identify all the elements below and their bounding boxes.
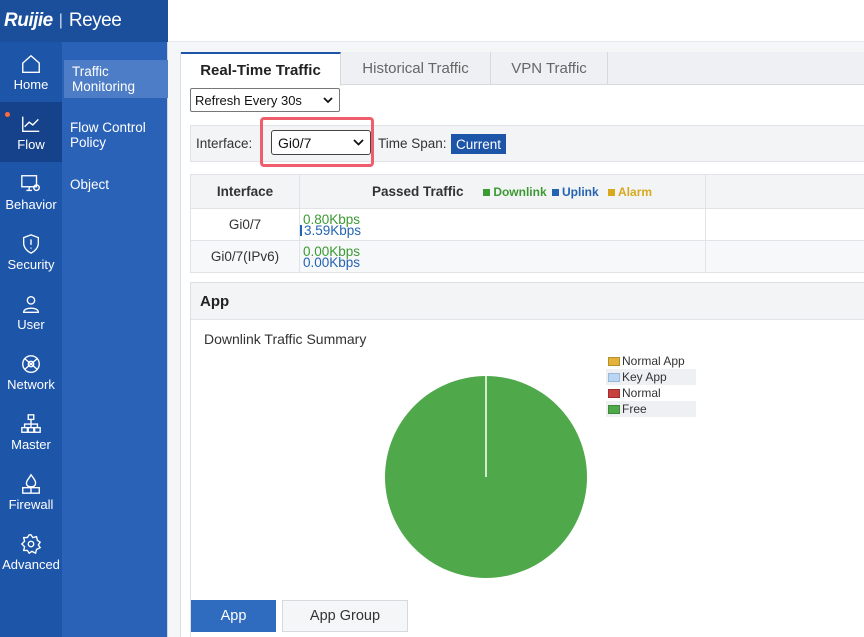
legend-swatch [608,404,620,414]
nav-network-label: Network [7,376,55,392]
legend-swatch [608,372,620,382]
row-interface: Gi0/7 [190,208,300,241]
legend-item[interactable]: Key App [606,369,696,385]
tab-app[interactable]: App [191,600,276,632]
nav-behavior-label: Behavior [5,196,57,212]
nav-advanced-label: Advanced [2,556,60,572]
main-panel: Real-Time Traffic Historical Traffic VPN… [180,52,864,637]
header-interface: Interface [190,174,300,209]
current-button[interactable]: Current [451,134,507,154]
chart-line-icon [22,116,40,132]
monitor-eye-icon [21,174,40,191]
logo-separator: | [58,12,63,29]
interface-select[interactable]: Gi0/7 [271,130,371,155]
content-area: Real-Time Traffic Historical Traffic VPN… [168,42,864,637]
legend-item[interactable]: Free [606,401,696,417]
submenu-flow-control-policy[interactable]: Flow Control Policy [62,116,168,154]
sub-menu: Traffic Monitoring Flow Control Policy O… [62,42,168,637]
nav-behavior[interactable]: Behavior [0,162,62,222]
downlink-pie-chart [385,376,587,578]
chart-title: Downlink Traffic Summary [204,331,367,347]
nav-security-label: Security [7,256,55,272]
legend-uplink: Uplink [562,185,599,199]
chevron-down-icon [323,96,333,103]
nav-user[interactable]: User [0,282,62,342]
refresh-value: Refresh Every 30s [195,92,302,108]
row-traffic: 0.00Kbps 0.00Kbps [299,240,706,273]
row-extra [705,208,864,241]
submenu-object[interactable]: Object [62,173,168,196]
nav-firewall[interactable]: Firewall [0,462,62,522]
table-row: Gi0/7 0.80Kbps 3.59Kbps [190,208,864,241]
legend-item[interactable]: Normal App [606,353,696,369]
shield-alert-icon [22,233,40,254]
legend-swatch [608,388,620,398]
firewall-icon [22,473,40,494]
tab-historical-traffic[interactable]: Historical Traffic [341,52,491,85]
nav-flow[interactable]: Flow [0,102,62,162]
alarm-swatch [608,189,616,197]
traffic-legend: Downlink Uplink Alarm [477,185,652,199]
row-traffic: 0.80Kbps 3.59Kbps [299,208,706,241]
legend-label: Key App [622,370,667,384]
uplink-value: 0.00Kbps [303,254,361,270]
filter-bar: Interface: Gi0/7 Time Span: Current [190,117,864,167]
table-row: Gi0/7(IPv6) 0.00Kbps 0.00Kbps [190,240,864,273]
app-section-title: App [191,283,864,320]
logo: Ruijie | Reyee [0,0,168,42]
uplink-swatch [552,189,559,197]
top-strip [168,0,864,42]
chart-legend: Normal App Key App Normal Free [606,353,696,417]
row-interface: Gi0/7(IPv6) [190,240,300,273]
legend-downlink: Downlink [493,185,547,199]
main-nav-rail: Home Flow Behavior Security User Network… [0,42,62,637]
tab-real-time-traffic[interactable]: Real-Time Traffic [181,52,341,86]
nav-home-label: Home [13,76,49,92]
legend-swatch [608,356,620,366]
header-passed-traffic: Passed Traffic Downlink Uplink Alarm [299,174,706,209]
legend-item[interactable]: Normal [606,385,696,401]
nav-security[interactable]: Security [0,222,62,282]
user-icon [22,295,40,313]
interface-traffic-table: Interface Passed Traffic Downlink Uplink… [190,174,864,273]
header-passed-traffic-label: Passed Traffic [372,184,464,199]
nav-master-label: Master [11,436,51,452]
legend-label: Free [622,402,647,416]
app-section: App Downlink Traffic Summary Normal App … [190,282,864,637]
legend-alarm: Alarm [618,185,653,199]
brand2-logo: Reyee [68,10,122,31]
nav-master[interactable]: Master [0,402,62,462]
nav-firewall-label: Firewall [8,496,54,512]
header-extra [705,174,864,209]
row-extra [705,240,864,273]
timespan-label: Time Span: [378,136,447,151]
brand-logo: Ruijie [4,10,53,31]
downlink-swatch [483,189,491,197]
legend-label: Normal App [622,354,685,368]
table-header: Interface Passed Traffic Downlink Uplink… [190,174,864,209]
globe-icon [22,354,40,373]
active-dot-icon [5,112,10,117]
interface-label: Interface: [196,136,253,151]
nav-home[interactable]: Home [0,42,62,102]
refresh-select[interactable]: Refresh Every 30s [190,88,340,112]
downlink-value: 0.80Kbps [303,211,361,227]
topology-icon [21,413,41,433]
gear-icon [20,533,42,554]
tab-bar: Real-Time Traffic Historical Traffic VPN… [181,52,864,86]
downlink-value: 0.00Kbps [303,243,361,259]
interface-highlight: Gi0/7 [260,117,374,167]
nav-advanced[interactable]: Advanced [0,522,62,582]
home-icon [22,54,40,73]
nav-user-label: User [17,316,45,332]
submenu-traffic-monitoring[interactable]: Traffic Monitoring [64,60,168,98]
chevron-down-icon [353,139,364,146]
uplink-value: 3.59Kbps [300,223,705,237]
nav-network[interactable]: Network [0,342,62,402]
nav-flow-label: Flow [17,136,45,152]
interface-value: Gi0/7 [278,134,312,151]
tab-app-group[interactable]: App Group [282,600,408,632]
tab-vpn-traffic[interactable]: VPN Traffic [491,52,608,85]
legend-label: Normal [622,386,661,400]
